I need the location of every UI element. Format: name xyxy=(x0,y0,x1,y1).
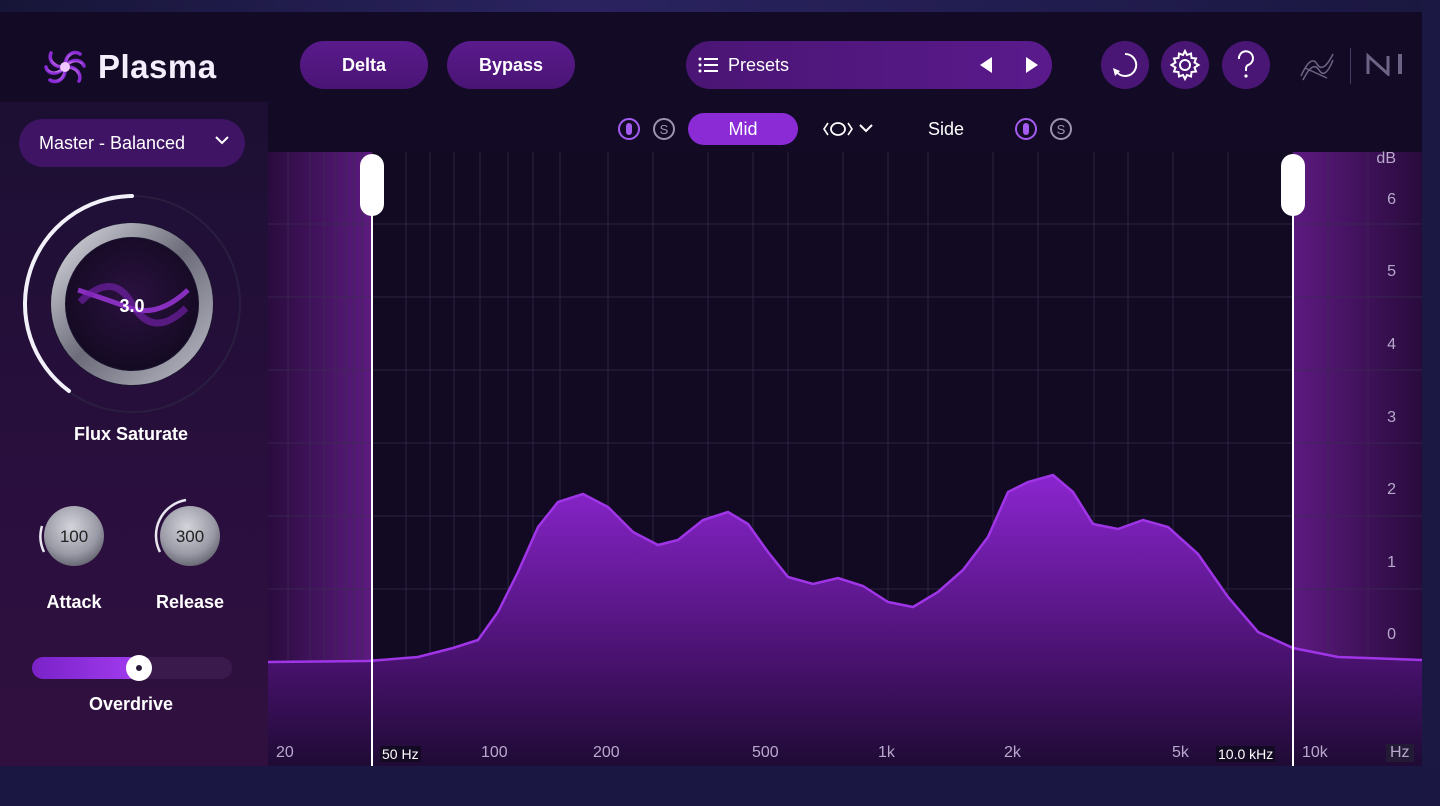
attack-label: Attack xyxy=(46,592,102,612)
previous-preset-button[interactable] xyxy=(978,56,994,74)
question-icon xyxy=(1237,50,1254,78)
db-tick-label: 3 xyxy=(1387,409,1396,426)
preset-dropdown[interactable]: Master - Balanced xyxy=(19,119,245,167)
loop-icon xyxy=(1113,52,1138,77)
freq-unit-label: Hz xyxy=(1386,744,1414,762)
db-tick-label: 4 xyxy=(1387,336,1396,353)
window-right-strip xyxy=(1422,0,1440,806)
release-label: Release xyxy=(155,592,225,612)
izotope-logo xyxy=(1300,53,1334,81)
flux-saturate-value: 3.0 xyxy=(119,296,144,316)
db-tick-label: 5 xyxy=(1387,263,1396,280)
side-solo-glyph: S xyxy=(1057,122,1066,137)
freq-tick-label: 10k xyxy=(1302,744,1328,761)
freq-tick-label: 200 xyxy=(593,744,620,761)
app-logo: Plasma xyxy=(42,44,217,90)
bypass-button[interactable]: Bypass xyxy=(447,41,575,89)
app-title: Plasma xyxy=(98,48,217,85)
freq-tick-label: 1k xyxy=(878,744,895,761)
window-top-strip xyxy=(0,0,1440,12)
brand-separator xyxy=(1350,48,1351,84)
stereo-mode-dropdown[interactable] xyxy=(822,119,878,139)
attack-value: 100 xyxy=(60,527,88,546)
mid-link-icon[interactable] xyxy=(617,117,641,141)
release-knob[interactable]: 300 xyxy=(150,492,230,572)
flux-saturate-knob[interactable]: 3.0 xyxy=(18,190,246,418)
undo-history-button[interactable] xyxy=(1101,41,1149,89)
freq-tick-label: 5k xyxy=(1172,744,1189,761)
freq-tick-label: 500 xyxy=(752,744,779,761)
release-value: 300 xyxy=(176,527,204,546)
db-tick-label: 6 xyxy=(1387,191,1396,208)
mid-solo-glyph: S xyxy=(660,122,669,137)
low-cutoff-handle[interactable] xyxy=(360,154,384,216)
list-icon xyxy=(698,57,718,73)
help-button[interactable] xyxy=(1222,41,1270,89)
plugin-window: Plasma Delta Bypass Presets Master - Bal… xyxy=(0,12,1422,778)
native-instruments-logo xyxy=(1366,52,1402,76)
mid-tab[interactable]: Mid xyxy=(688,113,798,145)
next-preset-button[interactable] xyxy=(1024,56,1040,74)
page-background xyxy=(0,766,1440,806)
high-cutoff-handle[interactable] xyxy=(1281,154,1305,216)
freq-tick-label: 2k xyxy=(1004,744,1021,761)
spectrum-graph[interactable] xyxy=(268,152,1422,778)
mid-solo-button[interactable]: S xyxy=(652,117,676,141)
high-cutoff-readout: 10.0 kHz xyxy=(1216,746,1276,762)
side-solo-button[interactable]: S xyxy=(1049,117,1073,141)
db-tick-label: 0 xyxy=(1387,626,1396,643)
db-unit-label: dB xyxy=(1376,150,1396,167)
settings-button[interactable] xyxy=(1161,41,1209,89)
db-tick-label: 1 xyxy=(1387,554,1396,571)
gear-icon xyxy=(1169,49,1201,81)
plasma-logo-icon xyxy=(44,50,86,84)
freq-tick-label: 20 xyxy=(276,744,294,761)
chevron-down-icon xyxy=(215,136,229,145)
delta-button[interactable]: Delta xyxy=(300,41,428,89)
attack-knob[interactable]: 100 xyxy=(34,492,114,572)
db-tick-label: 2 xyxy=(1387,481,1396,498)
flux-saturate-label: Flux Saturate xyxy=(73,424,189,444)
overdrive-thumb[interactable] xyxy=(126,655,152,681)
presets-bar[interactable]: Presets xyxy=(686,41,1052,89)
presets-label: Presets xyxy=(728,55,790,75)
freq-tick-label: 100 xyxy=(481,744,508,761)
overdrive-fill xyxy=(32,657,141,679)
side-link-icon[interactable] xyxy=(1014,117,1038,141)
low-cutoff-readout: 50 Hz xyxy=(380,746,421,762)
preset-dropdown-value: Master - Balanced xyxy=(39,132,186,153)
side-tab[interactable]: Side xyxy=(928,119,964,140)
overdrive-slider[interactable] xyxy=(32,655,232,681)
overdrive-label: Overdrive xyxy=(88,694,174,714)
